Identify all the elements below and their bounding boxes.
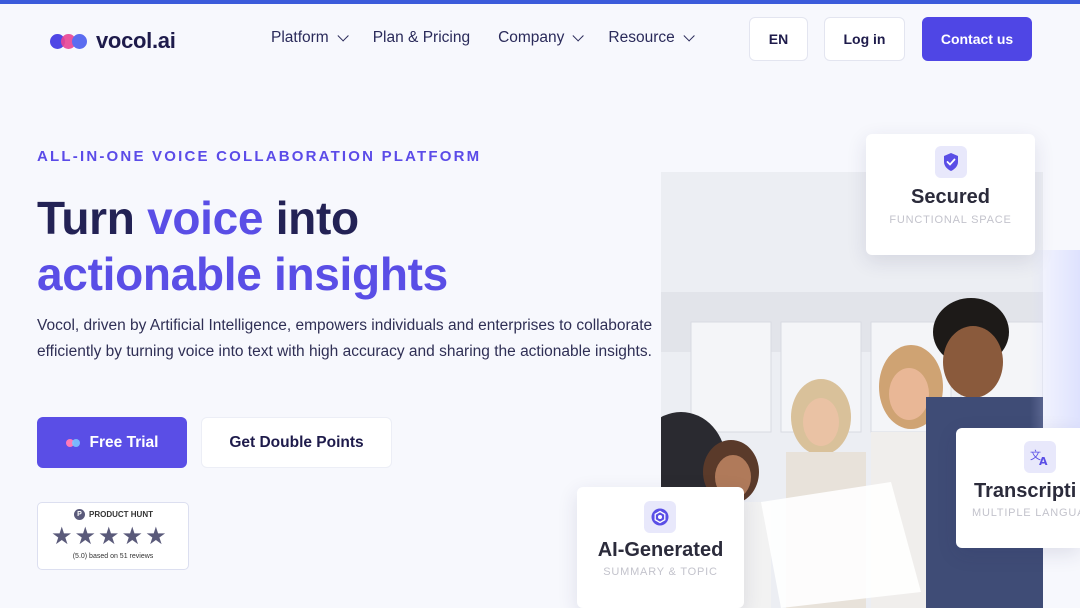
shield-check-icon (935, 146, 967, 178)
review-count: (5.0) based on 51 reviews (72, 553, 154, 560)
feature-card-title: Transcripti (974, 480, 1077, 502)
nav-item-label: Platform (271, 29, 329, 46)
product-hunt-badge[interactable]: P PRODUCT HUNT ★★★★★ (5.0) based on 51 r… (37, 502, 189, 570)
translate-icon: 文A (1024, 441, 1056, 473)
nav-item-resource[interactable]: Resource (608, 29, 695, 47)
nav-item-label: Plan & Pricing (372, 29, 471, 46)
decorative-glow (1030, 250, 1080, 450)
feature-card-subtitle: MULTIPLE LANGUA (972, 507, 1080, 519)
nav-item-plan-pricing[interactable]: Plan & Pricing (373, 29, 470, 47)
feature-card-title: Secured (911, 186, 990, 208)
get-double-points-button[interactable]: Get Double Points (201, 417, 392, 468)
headline-text: into (263, 192, 359, 244)
logo[interactable]: vocol.ai (50, 28, 176, 54)
top-accent-bar (0, 0, 1080, 4)
feature-card-transcription: 文A Transcripti MULTIPLE LANGUA (956, 428, 1080, 548)
product-hunt-label: PRODUCT HUNT (89, 510, 153, 519)
vocol-dots-icon (65, 438, 82, 447)
feature-card-subtitle: FUNCTIONAL SPACE (889, 214, 1012, 226)
headline-accent-voice: voice (147, 192, 264, 244)
hero-headline: Turn voice into actionable insights (37, 190, 448, 302)
hero-eyebrow: ALL-IN-ONE VOICE COLLABORATION PLATFORM (37, 148, 482, 165)
feature-card-ai-generated: AI-Generated SUMMARY & TOPIC (577, 487, 744, 608)
nav-item-company[interactable]: Company (498, 29, 585, 47)
chevron-down-icon (337, 30, 349, 42)
feature-card-secured: Secured FUNCTIONAL SPACE (866, 134, 1035, 255)
feature-card-subtitle: SUMMARY & TOPIC (603, 566, 718, 578)
hero-description: Vocol, driven by Artificial Intelligence… (37, 317, 653, 360)
nav-item-label: Resource (608, 29, 675, 46)
language-button[interactable]: EN (749, 17, 808, 61)
product-hunt-icon: P (74, 509, 85, 520)
headline-accent-insights: actionable insights (37, 248, 448, 300)
logo-text: vocol.ai (96, 28, 176, 53)
main-nav: Platform Plan & Pricing Company Resource (271, 29, 719, 47)
ai-chip-icon (644, 501, 676, 533)
chevron-down-icon (683, 30, 695, 42)
rating-stars: ★★★★★ (51, 523, 169, 550)
contact-us-button[interactable]: Contact us (922, 17, 1032, 61)
chevron-down-icon (572, 30, 585, 42)
logo-mark-icon (50, 31, 88, 51)
product-hunt-header: P PRODUCT HUNT (74, 509, 153, 520)
nav-item-platform[interactable]: Platform (271, 29, 349, 47)
free-trial-label: Free Trial (89, 433, 159, 451)
svg-text:A: A (1039, 455, 1048, 467)
feature-card-title: AI-Generated (597, 539, 724, 561)
login-button[interactable]: Log in (824, 17, 905, 61)
free-trial-button[interactable]: Free Trial (37, 417, 187, 468)
headline-text: Turn (37, 192, 148, 244)
nav-item-label: Company (498, 29, 565, 46)
